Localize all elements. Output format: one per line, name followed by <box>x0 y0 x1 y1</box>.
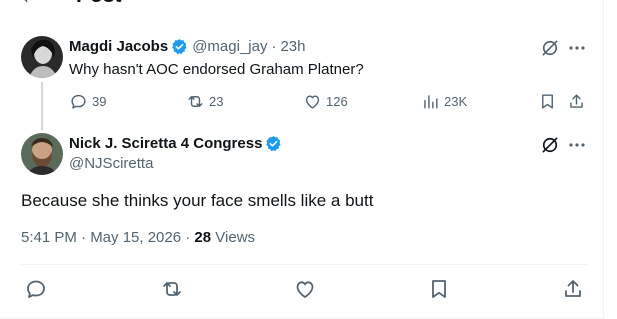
reply-count: 39 <box>92 94 107 109</box>
post-timestamp[interactable]: 5:41 PM · May 15, 2026 · <box>21 229 190 246</box>
grok-icon[interactable] <box>540 38 560 58</box>
more-icon[interactable] <box>569 142 585 148</box>
bookmark-icon[interactable] <box>427 277 451 301</box>
parent-post-text: Why hasn't AOC endorsed Graham Platner? <box>69 61 364 78</box>
like-count: 126 <box>326 94 348 109</box>
reply-icon <box>71 94 86 109</box>
avatar[interactable] <box>21 133 63 175</box>
author-handle[interactable]: @NJSciretta <box>69 155 153 172</box>
share-icon <box>570 94 583 108</box>
author-handle[interactable]: @magi_jay <box>192 38 267 55</box>
verified-badge-icon <box>265 135 282 152</box>
heart-icon <box>305 95 320 109</box>
divider <box>21 264 588 265</box>
share-icon[interactable] <box>561 277 585 301</box>
heart-icon[interactable] <box>293 277 317 301</box>
repost-button[interactable]: 23 <box>186 92 223 111</box>
avatar[interactable] <box>21 36 63 78</box>
reply-button[interactable]: 39 <box>69 92 106 111</box>
main-post-header: Nick J. Sciretta 4 Congress <box>69 135 282 152</box>
page-title: Post <box>76 0 122 8</box>
separator: · <box>271 38 277 55</box>
main-post-text: Because she thinks your face smells like… <box>21 191 374 210</box>
post-meta: 5:41 PM · May 15, 2026 · 28 Views <box>21 229 255 246</box>
verified-badge-icon <box>171 38 188 55</box>
page-header: ← Post <box>0 0 600 10</box>
views-chart-icon <box>424 95 438 109</box>
post-time[interactable]: 23h <box>280 38 305 55</box>
grok-icon[interactable] <box>540 135 560 155</box>
share-button[interactable] <box>567 92 586 111</box>
author-name[interactable]: Magdi Jacobs <box>69 38 168 55</box>
more-icon[interactable] <box>569 45 585 51</box>
thread-line <box>41 82 43 130</box>
bookmark-icon <box>542 94 553 109</box>
column-border <box>603 0 604 319</box>
bookmark-button[interactable] <box>538 92 557 111</box>
like-button[interactable]: 126 <box>303 92 348 111</box>
views-count: 28 <box>194 229 212 246</box>
repost-icon[interactable] <box>160 277 184 301</box>
repost-icon <box>188 96 203 107</box>
reply-icon[interactable] <box>24 277 48 301</box>
views-button[interactable]: 23K <box>421 92 467 111</box>
back-arrow-icon[interactable]: ← <box>20 0 40 9</box>
views-label: Views <box>215 229 256 246</box>
views-count: 23K <box>444 94 468 109</box>
parent-post-header: Magdi Jacobs @magi_jay · 23h <box>69 38 306 55</box>
repost-count: 23 <box>209 94 224 109</box>
author-name[interactable]: Nick J. Sciretta 4 Congress <box>69 135 262 152</box>
